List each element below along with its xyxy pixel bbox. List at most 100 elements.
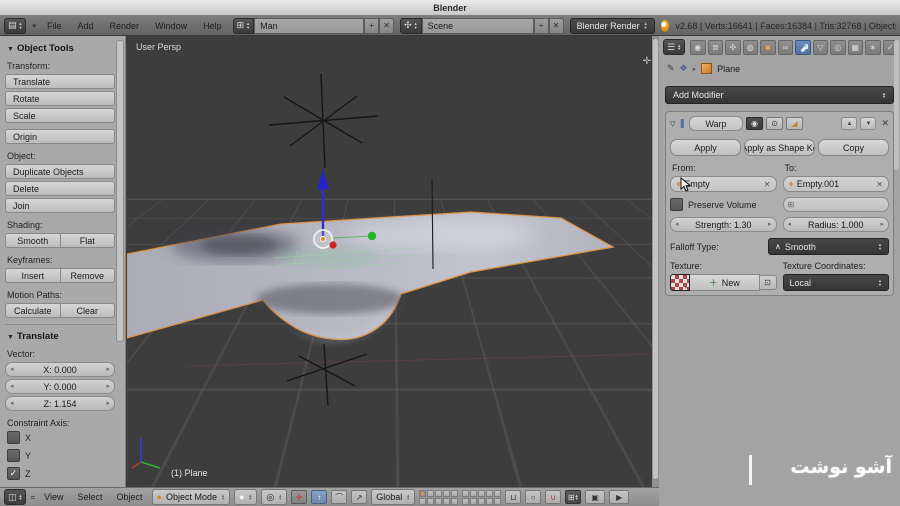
increment-icon[interactable]: ▸ [106, 399, 110, 407]
viewport-visibility-toggle[interactable]: ⊙ [765, 117, 783, 130]
properties-scrollbar-left[interactable] [652, 36, 659, 487]
tab-material[interactable]: ◎ [830, 39, 846, 55]
clear-icon[interactable]: ✕ [764, 180, 771, 189]
texture-coordinates-dropdown[interactable]: Local ▲ ▼ [782, 274, 889, 291]
manipulator-rotate-button[interactable]: ⌒ [331, 490, 348, 504]
move-modifier-up-button[interactable]: ▲ [841, 117, 858, 130]
copy-button[interactable]: Copy [818, 139, 889, 156]
empty-object-bottom[interactable] [286, 343, 368, 407]
vector-x-field[interactable]: ◂ X: 0.000 ▸ [5, 362, 115, 377]
tab-particles[interactable]: ∗ [865, 39, 881, 55]
menu-add[interactable]: Add [73, 21, 99, 31]
menu-view[interactable]: View [39, 492, 68, 502]
increment-icon[interactable]: ▸ [768, 220, 772, 228]
menu-file[interactable]: File [42, 21, 67, 31]
editmode-visibility-toggle[interactable]: ◢ [785, 117, 803, 130]
breadcrumb-object-name[interactable]: Plane [717, 64, 740, 74]
collapse-menus-icon[interactable]: ▾ [32, 22, 36, 30]
proportional-edit-button[interactable]: ○ [525, 490, 542, 504]
decrement-icon[interactable]: ◂ [10, 399, 14, 407]
move-modifier-down-button[interactable]: ▼ [860, 117, 877, 130]
render-opengl-anim-button[interactable]: ▶ [609, 490, 630, 504]
add-modifier-dropdown[interactable]: Add Modifier ▲ ▼ [665, 86, 894, 104]
vector-y-field[interactable]: ◂ Y: 0.000 ▸ [5, 379, 115, 394]
texture-link-button[interactable]: ⊡ [759, 275, 777, 290]
add-screen-button[interactable]: + [364, 17, 380, 34]
radius-field[interactable]: ◂ Radius: 1.000 ▸ [782, 217, 889, 232]
editor-type-button-info[interactable]: ▤ ▲ ▼ [4, 17, 27, 34]
smooth-button[interactable]: Smooth [5, 233, 60, 248]
menu-render[interactable]: Render [105, 21, 145, 31]
manipulator-x-handle[interactable] [329, 241, 337, 249]
layer-grid-2[interactable] [462, 489, 502, 505]
insert-keyframe-button[interactable]: Insert [5, 268, 60, 283]
editor-type-button-3dview[interactable]: ◫ ▲ ▼ [4, 489, 27, 505]
render-visibility-toggle[interactable]: ◉ [745, 117, 763, 130]
increment-icon[interactable]: ▸ [106, 382, 110, 390]
increment-icon[interactable]: ▸ [880, 220, 884, 228]
scene-name-field[interactable]: Scene [421, 17, 534, 34]
join-button[interactable]: Join [5, 198, 115, 213]
flat-button[interactable]: Flat [59, 233, 115, 248]
menu-object[interactable]: Object [112, 492, 148, 502]
tab-modifiers[interactable] [795, 39, 811, 55]
lock-to-scene-button[interactable]: ⊔ [505, 490, 522, 504]
axis-x-checkbox[interactable] [7, 431, 20, 444]
calculate-paths-button[interactable]: Calculate [5, 303, 60, 318]
expand-triangle-icon[interactable]: ▽ [670, 120, 675, 128]
snap-toggle-button[interactable]: ∪ [545, 490, 562, 504]
editor-type-button-properties[interactable]: ☰ ▲ ▼ [663, 39, 686, 55]
collapse-menus-icon[interactable]: = [30, 493, 35, 502]
viewport-shading-dropdown[interactable]: ● ▲ ▼ [233, 489, 258, 505]
texture-new-button[interactable]: ＋ New [690, 274, 760, 291]
tab-constraints[interactable]: ∞ [777, 39, 794, 55]
preserve-volume-checkbox[interactable] [670, 198, 683, 211]
mode-dropdown[interactable]: ● Object Mode ▲ ▼ [151, 489, 230, 505]
apply-button[interactable]: Apply [670, 139, 741, 156]
layer-grid-1[interactable] [419, 489, 459, 505]
decrement-icon[interactable]: ◂ [675, 220, 679, 228]
duplicate-objects-button[interactable]: Duplicate Objects [5, 164, 115, 179]
menu-select[interactable]: Select [73, 492, 108, 502]
texture-browse-button[interactable]: ▲ ▼ [670, 274, 690, 291]
menu-help[interactable]: Help [198, 21, 227, 31]
transform-orientation-dropdown[interactable]: Global ▲ ▼ [371, 489, 416, 505]
manipulator-z-arrowhead[interactable] [317, 170, 329, 189]
strength-field[interactable]: ◂ Strength: 1.30 ▸ [670, 217, 777, 232]
tab-render-layers[interactable]: ≣ [707, 39, 724, 55]
modifier-name-field[interactable]: Warp [688, 116, 743, 131]
tab-texture[interactable]: ▦ [847, 39, 864, 55]
node-icon[interactable]: ❖ [680, 63, 688, 74]
add-scene-button[interactable]: + [533, 17, 549, 34]
properties-region-toggle-icon[interactable]: ✛ [643, 56, 651, 67]
snap-element-dropdown[interactable]: ⊞ ▲ ▼ [565, 490, 582, 504]
render-engine-dropdown[interactable]: Blender Render ▲ ▼ [569, 17, 655, 34]
plane-object[interactable] [127, 211, 615, 342]
empty-object-top[interactable] [268, 73, 379, 169]
manipulator-translate-button[interactable]: ↑ [311, 490, 328, 504]
translate-button[interactable]: Translate [5, 74, 115, 89]
menu-window[interactable]: Window [150, 21, 192, 31]
delete-scene-button[interactable]: ✕ [548, 17, 564, 34]
tool-shelf-scrollbar[interactable] [116, 40, 124, 342]
pin-icon[interactable]: ✎ [667, 63, 675, 74]
tab-object[interactable]: ■ [760, 39, 776, 55]
screen-layout-browse-button[interactable]: ⊞ ▲ ▼ [232, 17, 255, 34]
viewport-3d[interactable]: User Persp (1) Plane ✛ [127, 36, 658, 487]
pivot-point-dropdown[interactable]: ◎ ▲ ▼ [261, 489, 288, 505]
delete-modifier-icon[interactable]: ✕ [881, 118, 889, 129]
scale-button[interactable]: Scale [5, 108, 115, 123]
to-object-field[interactable]: + Empty.001 ✕ [782, 176, 889, 192]
increment-icon[interactable]: ▸ [106, 365, 110, 373]
tab-object-data[interactable]: ▽ [812, 39, 829, 55]
screen-layout-name-field[interactable]: Man [254, 17, 365, 34]
apply-as-shapekey-button[interactable]: Apply as Shape Ke [744, 139, 815, 156]
clear-paths-button[interactable]: Clear [59, 303, 115, 318]
properties-scrollbar-right[interactable] [894, 40, 899, 170]
tab-world[interactable]: ◍ [742, 39, 759, 55]
axis-y-checkbox[interactable] [7, 449, 20, 462]
render-opengl-button[interactable]: ▣ [585, 490, 606, 504]
manipulator-y-handle[interactable] [367, 231, 377, 241]
axis-z-checkbox[interactable]: ✓ [7, 467, 20, 480]
rotate-button[interactable]: Rotate [5, 91, 115, 106]
